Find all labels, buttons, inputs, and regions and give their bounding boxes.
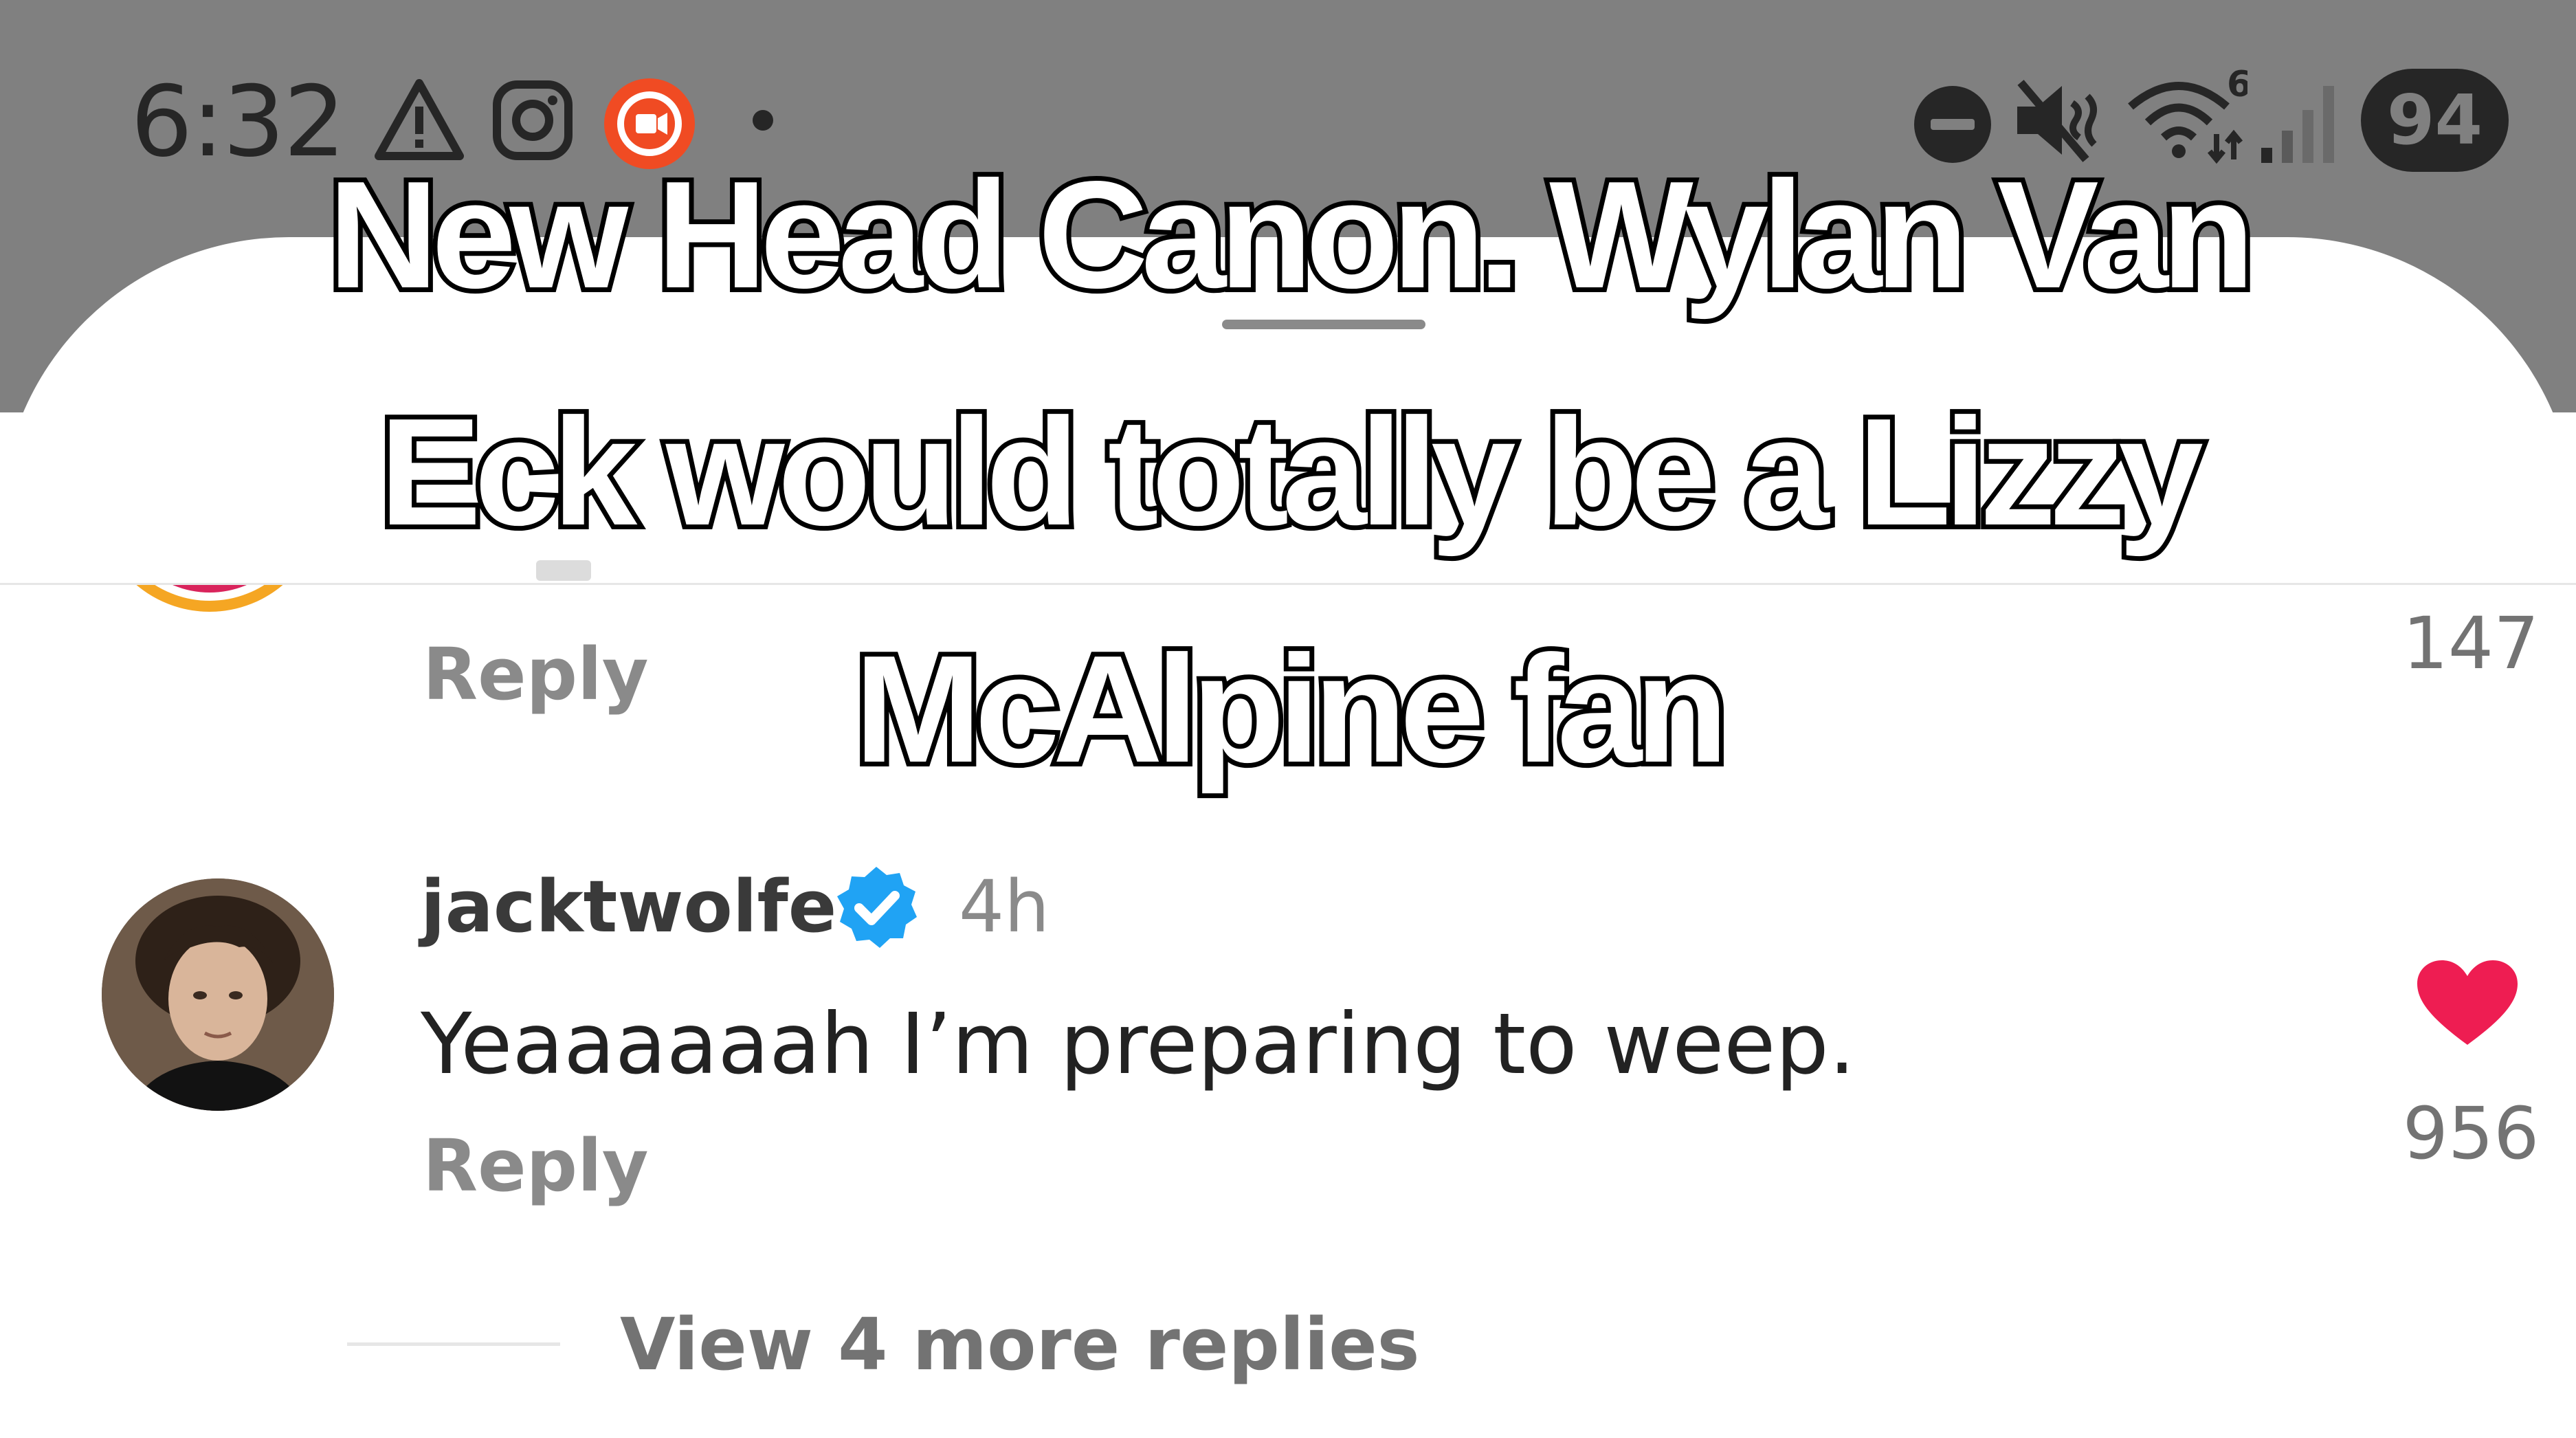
notification-dot-icon xyxy=(753,110,773,131)
wifi-badge: 6 xyxy=(2227,69,2247,105)
view-replies-line xyxy=(347,1342,560,1346)
comment-time: 4h xyxy=(959,865,1050,949)
like-count: 956 xyxy=(2402,1092,2540,1175)
overlay-caption-line-2: Eck would totally be a Lizzy xyxy=(375,382,2208,562)
previous-comment-text-fragment xyxy=(536,560,591,581)
overlay-caption-line-3: McAlpine fan xyxy=(850,619,1733,799)
comment-username[interactable]: jacktwolfe xyxy=(421,865,836,949)
comment-text: Yeaaaaaah I’m preparing to weep. xyxy=(421,995,1856,1093)
verified-badge-icon xyxy=(832,863,921,955)
overlay-caption-line-1: New Head Canon. Wylan Van xyxy=(324,145,2260,325)
reply-button[interactable]: Reply xyxy=(423,1124,649,1208)
avatar[interactable] xyxy=(102,878,334,1111)
view-more-replies-button[interactable]: View 4 more replies xyxy=(620,1303,1420,1386)
header-divider xyxy=(0,583,2576,585)
heart-icon[interactable] xyxy=(2416,959,2519,1051)
